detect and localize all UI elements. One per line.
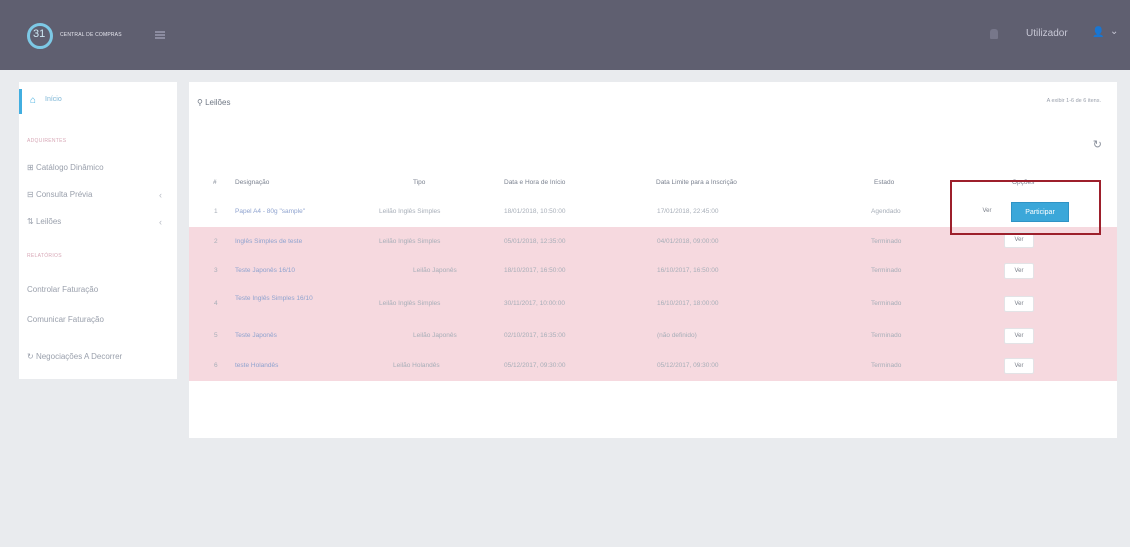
menu-toggle-icon[interactable] — [155, 31, 165, 39]
ver-button[interactable]: Ver — [1004, 358, 1034, 374]
row-designacao[interactable]: Teste Japonês — [235, 332, 277, 339]
ver-button[interactable]: Ver — [1004, 296, 1034, 312]
row-tipo: Leilão Inglês Simples — [379, 208, 441, 215]
search-icon: ⚲ — [197, 98, 206, 107]
sidebar: ⌂ Início ADQUIRENTES ⊞ Catálogo Dinâmico… — [19, 82, 177, 379]
row-number: 6 — [214, 362, 218, 369]
row-designacao[interactable]: Inglês Simples de teste — [235, 238, 302, 245]
column-header[interactable]: Designação — [235, 179, 269, 186]
row-tipo: Leilão Holandês — [393, 362, 440, 369]
table-row: 3 Teste Japonês 16/10 Leilão Japonês 18/… — [189, 257, 1117, 286]
sidebar-item-label: Consulta Prévia — [35, 190, 93, 199]
logo-number: 31 — [33, 28, 46, 40]
sidebar-item-home[interactable] — [19, 89, 180, 114]
highlight-box — [950, 180, 1101, 235]
sidebar-item-leiloes[interactable]: ⇅ Leilões — [27, 217, 61, 226]
row-inicio: 05/01/2018, 12:35:00 — [504, 238, 566, 245]
user-icon[interactable]: 👤 — [1092, 27, 1104, 38]
row-estado: Terminado — [871, 300, 902, 307]
row-inicio: 02/10/2017, 16:35:00 — [504, 332, 566, 339]
row-designacao[interactable]: Teste Japonês 16/10 — [235, 267, 295, 274]
row-tipo: Leilão Japonês — [413, 267, 457, 274]
chevron-left-icon[interactable]: ‹ — [159, 190, 162, 200]
row-inicio: 18/10/2017, 16:50:00 — [504, 267, 566, 274]
row-designacao[interactable]: Teste Inglês Simples 16/10 — [235, 294, 335, 303]
row-estado: Terminado — [871, 332, 902, 339]
table-row: 4 Teste Inglês Simples 16/10 Leilão Ingl… — [189, 286, 1117, 322]
row-limite: 16/10/2017, 16:50:00 — [657, 267, 719, 274]
row-limite: 04/01/2018, 09:00:00 — [657, 238, 719, 245]
sidebar-item-comunicar-faturacao[interactable]: Comunicar Faturação — [27, 315, 104, 324]
row-estado: Terminado — [871, 362, 902, 369]
refresh-icon[interactable]: ↻ — [1093, 138, 1102, 151]
sidebar-item-negociacoes[interactable]: ↻ Negociações A Decorrer — [27, 352, 122, 361]
bell-icon[interactable] — [990, 29, 998, 39]
items-count: A exibir 1-6 de 6 itens. — [1046, 98, 1101, 104]
catalog-icon: ⊞ — [27, 163, 36, 172]
chevron-down-icon[interactable]: ⌄ — [1110, 26, 1118, 37]
column-header[interactable]: Estado — [874, 179, 894, 186]
column-header[interactable]: Data Limite para a Inscrição — [656, 179, 737, 186]
row-number: 2 — [214, 238, 218, 245]
row-estado: Agendado — [871, 208, 901, 215]
sidebar-item-label: Leilões — [35, 217, 62, 226]
row-designacao[interactable]: teste Holandês — [235, 362, 278, 369]
row-number: 4 — [214, 300, 218, 307]
row-inicio: 18/01/2018, 10:50:00 — [504, 208, 566, 215]
top-navbar: 31 CENTRAL DE COMPRAS Utilizador 👤 ⌄ — [0, 0, 1130, 70]
table-row: 5 Teste Japonês Leilão Japonês 02/10/201… — [189, 322, 1117, 351]
sidebar-item-label: Negociações A Decorrer — [35, 352, 123, 361]
row-inicio: 05/12/2017, 09:30:00 — [504, 362, 566, 369]
sidebar-item-label: Catálogo Dinâmico — [35, 163, 104, 172]
column-header[interactable]: Tipo — [413, 179, 425, 186]
row-number: 1 — [214, 208, 218, 215]
row-number: 5 — [214, 332, 218, 339]
user-name[interactable]: Utilizador — [1026, 28, 1068, 39]
table-row: 6 teste Holandês Leilão Holandês 05/12/2… — [189, 351, 1117, 381]
logo-text: CENTRAL DE COMPRAS — [60, 32, 122, 38]
refresh-icon: ↻ — [27, 352, 36, 361]
row-tipo: Leilão Inglês Simples — [379, 238, 441, 245]
row-limite: 17/01/2018, 22:45:00 — [657, 208, 719, 215]
home-icon: ⌂ — [30, 95, 37, 106]
row-designacao[interactable]: Papel A4 - 80g "sample" — [235, 208, 305, 215]
main-panel: ⚲ Leilões A exibir 1-6 de 6 itens. ↻ # D… — [189, 82, 1117, 438]
sidebar-item-catalogo[interactable]: ⊞ Catálogo Dinâmico — [27, 163, 104, 172]
row-estado: Terminado — [871, 238, 902, 245]
row-limite: 05/12/2017, 09:30:00 — [657, 362, 719, 369]
consult-icon: ⊟ — [27, 190, 36, 199]
ver-button[interactable]: Ver — [1004, 263, 1034, 279]
sidebar-section-adquirentes: ADQUIRENTES — [27, 138, 67, 144]
sidebar-item-consulta[interactable]: ⊟ Consulta Prévia — [27, 190, 92, 199]
column-header: # — [213, 179, 217, 186]
ver-button[interactable]: Ver — [1004, 328, 1034, 344]
row-limite: 16/10/2017, 18:00:00 — [657, 300, 719, 307]
column-header[interactable]: Data e Hora de Início — [504, 179, 565, 186]
row-estado: Terminado — [871, 267, 902, 274]
chevron-left-icon[interactable]: ‹ — [159, 217, 162, 227]
row-inicio: 30/11/2017, 10:00:00 — [504, 300, 565, 307]
row-limite: (não definido) — [657, 332, 697, 339]
row-number: 3 — [214, 267, 218, 274]
sidebar-item-home-label: Início — [45, 96, 62, 103]
sidebar-section-relatorios: RELATÓRIOS — [27, 253, 62, 259]
page-title: ⚲ Leilões — [197, 98, 230, 107]
auction-icon: ⇅ — [27, 217, 36, 226]
row-tipo: Leilão Inglês Simples — [379, 300, 441, 307]
sidebar-item-controlar-faturacao[interactable]: Controlar Faturação — [27, 285, 98, 294]
page-title-text: Leilões — [205, 98, 231, 107]
row-tipo: Leilão Japonês — [413, 332, 457, 339]
